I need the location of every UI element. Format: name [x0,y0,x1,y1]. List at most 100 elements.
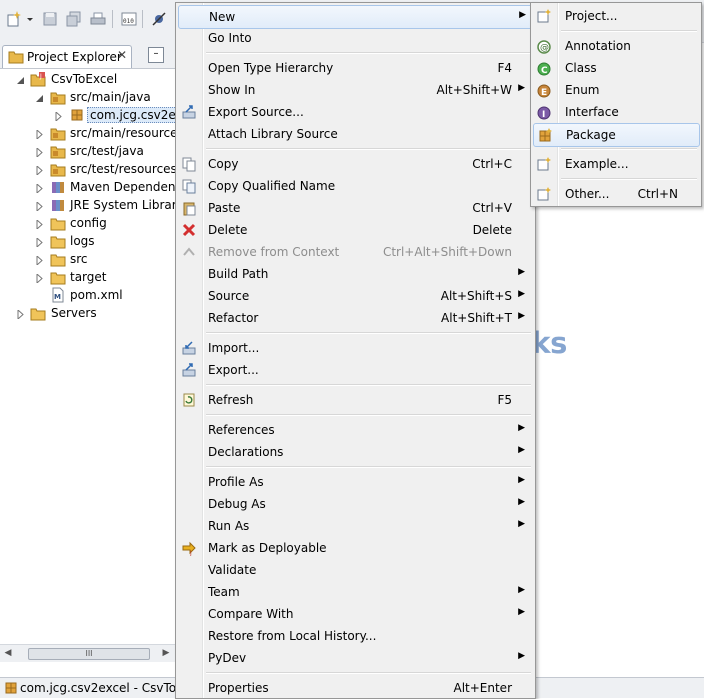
collapsed-icon[interactable] [35,254,44,267]
collapsed-icon[interactable] [35,236,44,249]
scrollbar-thumb[interactable]: III [28,648,150,660]
menu-item-label: Run As [208,519,250,533]
submenu-item-project[interactable]: Project... [533,5,698,27]
binary-icon[interactable]: 010 [119,9,139,29]
menu-item-refresh[interactable]: Refresh F5 [178,389,531,411]
menu-item-shortcut: F4 [497,61,512,75]
tree-item-package-selected[interactable]: com.jcg.csv2excel [0,106,203,124]
menu-item-profile-as[interactable]: Profile As ▶ [178,471,531,493]
menu-item-label: Declarations [208,445,284,459]
submenu-item-package[interactable]: Package [533,123,700,147]
copy-qualified-icon [181,178,197,194]
tree-item-project[interactable]: J CsvToExcel [0,70,176,88]
menu-item-show-in[interactable]: Show In Alt+Shift+W ▶ [178,79,531,101]
tree-item-folder[interactable]: target [0,268,176,286]
collapsed-icon[interactable] [35,128,44,141]
menu-item-label: Import... [208,341,260,355]
menu-item-mark-as-deployable[interactable]: J Mark as Deployable [178,537,531,559]
collapsed-icon[interactable] [35,218,44,231]
menu-item-run-as[interactable]: Run As ▶ [178,515,531,537]
tree-item-servers[interactable]: Servers [0,304,176,322]
new-wizard-icon[interactable] [4,9,24,29]
submenu-item-annotation[interactable]: @ Annotation [533,35,698,57]
submenu-item-interface[interactable]: I Interface [533,101,698,123]
scroll-right-icon[interactable]: ▶ [160,647,172,659]
menu-item-label: Refactor [208,311,259,325]
tree-item-file[interactable]: M pom.xml [0,286,176,304]
menu-item-restore-from-local-history[interactable]: Restore from Local History... [178,625,531,647]
tree-item-source-folder[interactable]: src/test/java [0,142,176,160]
menu-item-export[interactable]: Export... [178,359,531,381]
tree-item-library[interactable]: Maven Dependencies [0,178,176,196]
expanded-icon[interactable] [35,92,44,102]
collapsed-icon[interactable] [54,110,63,123]
menu-item-delete[interactable]: Delete Delete [178,219,531,241]
menu-item-copy[interactable]: Copy Ctrl+C [178,153,531,175]
toolbar-separator [112,10,113,28]
tree-item-folder[interactable]: src [0,250,176,268]
menu-item-validate[interactable]: Validate [178,559,531,581]
tree-item-label: config [70,216,107,230]
package-icon [4,681,18,698]
menu-item-debug-as[interactable]: Debug As ▶ [178,493,531,515]
submenu-item-class[interactable]: C Class [533,57,698,79]
menu-item-label: Export... [208,363,259,377]
menu-item-compare-with[interactable]: Compare With ▶ [178,603,531,625]
menu-item-attach-library-source[interactable]: Attach Library Source [178,123,531,145]
menu-item-source[interactable]: Source Alt+Shift+S ▶ [178,285,531,307]
menu-item-label: Compare With [208,607,294,621]
minimize-view-icon[interactable]: – [148,47,164,63]
save-all-icon[interactable] [64,9,84,29]
collapsed-icon[interactable] [35,146,44,159]
submenu-item-enum[interactable]: E Enum [533,79,698,101]
tree-item-source-folder[interactable]: src/test/resources [0,160,177,178]
menu-item-copy-qualified-name[interactable]: Copy Qualified Name [178,175,531,197]
menu-item-pydev[interactable]: PyDev ▶ [178,647,531,669]
menu-separator [206,414,531,416]
menu-item-export-source[interactable]: Export Source... [178,101,531,123]
collapsed-icon[interactable] [35,200,44,213]
collapsed-icon[interactable] [35,182,44,195]
expanded-icon[interactable] [16,74,25,84]
menu-item-refactor[interactable]: Refactor Alt+Shift+T ▶ [178,307,531,329]
collapsed-icon[interactable] [35,272,44,285]
skip-breakpoints-icon[interactable] [149,9,169,29]
close-icon[interactable]: ✕ [117,48,127,62]
menu-item-label: Export Source... [208,105,304,119]
save-icon[interactable] [40,9,60,29]
menu-item-import[interactable]: Import... [178,337,531,359]
tree-item-folder[interactable]: logs [0,232,176,250]
menu-item-properties[interactable]: Properties Alt+Enter [178,677,531,699]
menu-item-paste[interactable]: Paste Ctrl+V [178,197,531,219]
new-dropdown-chevron-icon[interactable] [24,9,36,29]
menu-item-shortcut: Alt+Shift+W [436,83,513,97]
menu-item-declarations[interactable]: Declarations ▶ [178,441,531,463]
menu-item-open-type-hierarchy[interactable]: Open Type Hierarchy F4 [178,57,531,79]
print-icon[interactable] [88,9,108,29]
tree-item-label: src [70,252,88,266]
deployable-icon: J [181,540,197,557]
menu-item-remove-from-context: Remove from Context Ctrl+Alt+Shift+Down [178,241,531,263]
scroll-left-icon[interactable]: ◀ [2,647,14,659]
menu-item-new[interactable]: New ▶ [178,5,533,29]
tree-item-folder[interactable]: config [0,214,176,232]
tree-item-source-folder[interactable]: src/main/resources [0,124,184,142]
horizontal-scrollbar[interactable]: ◀ III ▶ [0,644,176,662]
menu-item-label: Copy Qualified Name [208,179,336,193]
menu-item-references[interactable]: References ▶ [178,419,531,441]
menu-item-team[interactable]: Team ▶ [178,581,531,603]
submenu-item-label: Interface [565,105,619,119]
menu-item-label: References [208,423,275,437]
tree-item-library[interactable]: JRE System Library [JavaSE-1.7] [0,196,176,214]
collapsed-icon[interactable] [16,308,25,321]
menu-item-go-into[interactable]: Go Into [178,27,531,49]
tab-project-explorer[interactable]: Project Explorer ✕ [2,45,132,68]
tree-item-label: JRE System Library [JavaSE-1.7] [70,198,176,212]
tree-item-source-folder[interactable]: src/main/java [0,88,176,106]
tree-item-label: pom.xml [70,288,123,302]
refresh-icon [181,392,197,408]
collapsed-icon[interactable] [35,164,44,177]
submenu-item-example[interactable]: Example... [533,153,698,175]
menu-item-build-path[interactable]: Build Path ▶ [178,263,531,285]
submenu-item-other[interactable]: Other... Ctrl+N [533,183,698,205]
